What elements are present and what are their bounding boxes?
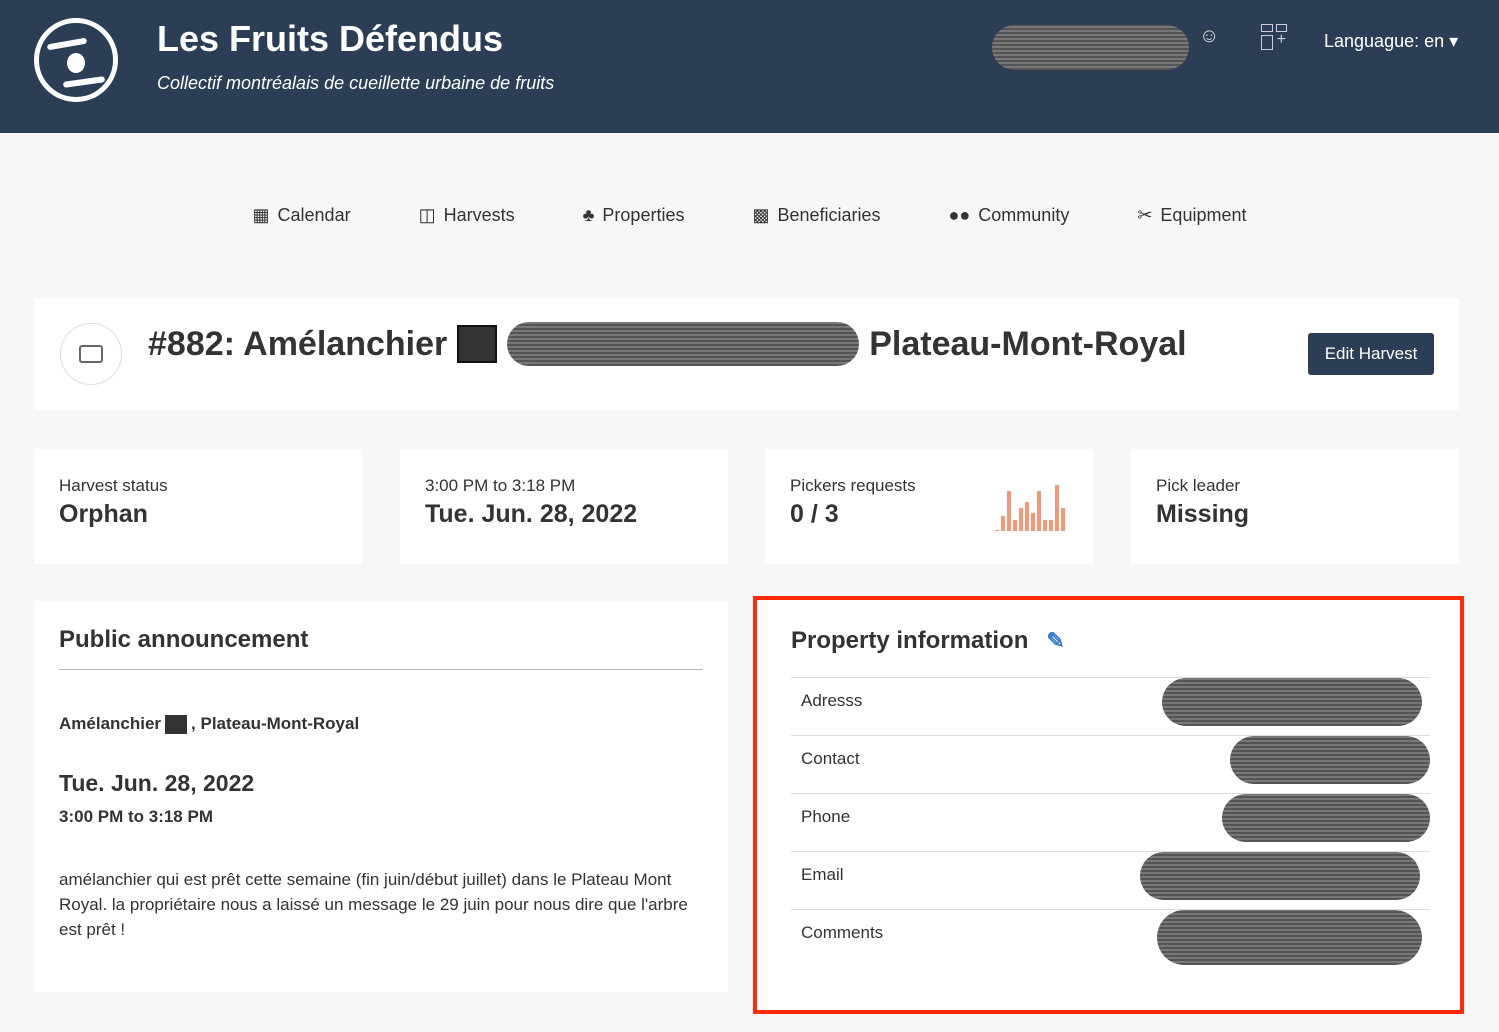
stat-pick-leader: Pick leader Missing bbox=[1131, 449, 1459, 564]
nav-beneficiaries[interactable]: ▩ Beneficiaries bbox=[752, 205, 880, 226]
redacted-block bbox=[457, 325, 498, 363]
edit-pencil-icon[interactable]: ✎ bbox=[1046, 628, 1064, 654]
redacted-value bbox=[1162, 678, 1422, 726]
stat-harvest-status: Harvest status Orphan bbox=[34, 449, 362, 564]
sparkline-bar bbox=[1025, 502, 1029, 531]
property-row-contact: Contact bbox=[791, 735, 1430, 793]
sparkline-bar bbox=[1043, 519, 1047, 531]
sparkline-bar bbox=[1031, 512, 1035, 531]
nav-equipment[interactable]: ✂ Equipment bbox=[1137, 205, 1246, 226]
user-icon[interactable]: ☺ bbox=[1199, 25, 1221, 51]
nav-properties[interactable]: ♣ Properties bbox=[583, 205, 685, 226]
edit-harvest-button[interactable]: Edit Harvest bbox=[1308, 333, 1434, 375]
property-row-comments: Comments bbox=[791, 909, 1430, 967]
pickers-sparkline bbox=[995, 485, 1073, 531]
row-label: Email bbox=[801, 865, 844, 884]
nav-label: Harvests bbox=[443, 205, 515, 225]
sparkline-bar bbox=[1061, 507, 1065, 531]
nav-label: Properties bbox=[602, 205, 685, 225]
row-label: Contact bbox=[801, 749, 860, 768]
nav-label: Community bbox=[978, 205, 1070, 225]
property-row-phone: Phone bbox=[791, 793, 1430, 851]
announcement-time: 3:00 PM to 3:18 PM bbox=[59, 807, 213, 826]
nav-label: Beneficiaries bbox=[777, 205, 881, 225]
announcement-location: Amélanchier , Plateau-Mont-Royal bbox=[59, 714, 703, 734]
logo-icon[interactable] bbox=[34, 18, 118, 102]
tagline: Collectif montréalais de cueillette urba… bbox=[157, 73, 555, 93]
row-label: Phone bbox=[801, 807, 851, 826]
divider bbox=[59, 669, 703, 670]
stat-label: Harvest status bbox=[59, 476, 168, 495]
announcement-description: amélanchier qui est prêt cette semaine (… bbox=[59, 870, 688, 939]
announcement-date: Tue. Jun. 28, 2022 bbox=[59, 770, 255, 796]
location-tree: Amélanchier bbox=[59, 714, 162, 733]
property-information-panel: Property information ✎ Adresss Contact Ph… bbox=[753, 596, 1464, 1014]
property-row-email: Email bbox=[791, 851, 1430, 909]
property-row-address: Adresss bbox=[791, 677, 1430, 735]
redacted-value bbox=[1157, 910, 1422, 965]
harvest-status-icon bbox=[60, 323, 122, 385]
stat-value: Orphan bbox=[59, 500, 148, 528]
nav-community[interactable]: ●● Community bbox=[949, 205, 1070, 226]
sparkline-bar bbox=[1001, 515, 1005, 531]
redacted-username bbox=[992, 25, 1189, 70]
sparkline-bar bbox=[1019, 507, 1023, 531]
row-label: Adresss bbox=[801, 691, 863, 710]
redacted-value bbox=[1140, 852, 1420, 900]
redacted-value bbox=[1230, 736, 1430, 784]
caret-down-icon: ▾ bbox=[1449, 31, 1459, 51]
scissors-icon: ✂ bbox=[1137, 205, 1153, 225]
sparkline-bar bbox=[1007, 491, 1011, 531]
sparkline-bar bbox=[1049, 519, 1053, 531]
header: Les Fruits Défendus Collectif montréalai… bbox=[0, 0, 1499, 133]
gift-icon: ▩ bbox=[752, 205, 770, 225]
language-dropdown[interactable]: Languague: en ▾ bbox=[1324, 31, 1458, 52]
stat-value: Tue. Jun. 28, 2022 bbox=[425, 500, 638, 528]
title-suffix: Plateau-Mont-Royal bbox=[869, 324, 1187, 363]
nav-label: Equipment bbox=[1160, 205, 1247, 225]
title-prefix: #882: Amélanchier bbox=[148, 324, 448, 363]
redacted-value bbox=[1222, 794, 1430, 842]
brand-title[interactable]: Les Fruits Défendus bbox=[157, 18, 503, 60]
language-label: Languague: en bbox=[1324, 31, 1445, 51]
stat-label: 3:00 PM to 3:18 PM bbox=[425, 476, 576, 495]
sparkline-bar bbox=[995, 529, 999, 531]
main-nav: ▦ Calendar ◫ Harvests ♣ Properties ▩ Benefic… bbox=[0, 205, 1499, 226]
stat-label: Pick leader bbox=[1156, 476, 1241, 495]
nav-calendar[interactable]: ▦ Calendar bbox=[253, 205, 351, 226]
sparkline-bar bbox=[1055, 485, 1059, 531]
panel-title: Property information bbox=[791, 627, 1029, 654]
basket-icon: ◫ bbox=[418, 205, 436, 225]
nav-label: Calendar bbox=[277, 205, 351, 225]
location-area: , Plateau-Mont-Royal bbox=[191, 714, 360, 733]
stat-date: 3:00 PM to 3:18 PM Tue. Jun. 28, 2022 bbox=[400, 449, 728, 564]
redacted-block bbox=[165, 714, 188, 734]
nav-harvests[interactable]: ◫ Harvests bbox=[419, 205, 515, 226]
stat-value: Missing bbox=[1156, 500, 1250, 528]
calendar-icon: ▦ bbox=[252, 205, 270, 225]
apps-add-icon[interactable]: + bbox=[1261, 24, 1287, 50]
public-announcement-panel: Public announcement Amélanchier , Plateau… bbox=[34, 601, 728, 992]
tree-icon: ♣ bbox=[582, 205, 595, 225]
sparkline-bar bbox=[1037, 491, 1041, 531]
sparkline-bar bbox=[1013, 519, 1017, 531]
row-label: Comments bbox=[801, 923, 884, 942]
users-icon: ●● bbox=[948, 205, 971, 225]
redacted-address bbox=[507, 322, 860, 366]
harvest-title: #882: Amélanchier Plateau-Mont-Royal bbox=[148, 322, 1187, 366]
panel-title: Public announcement bbox=[59, 626, 309, 653]
